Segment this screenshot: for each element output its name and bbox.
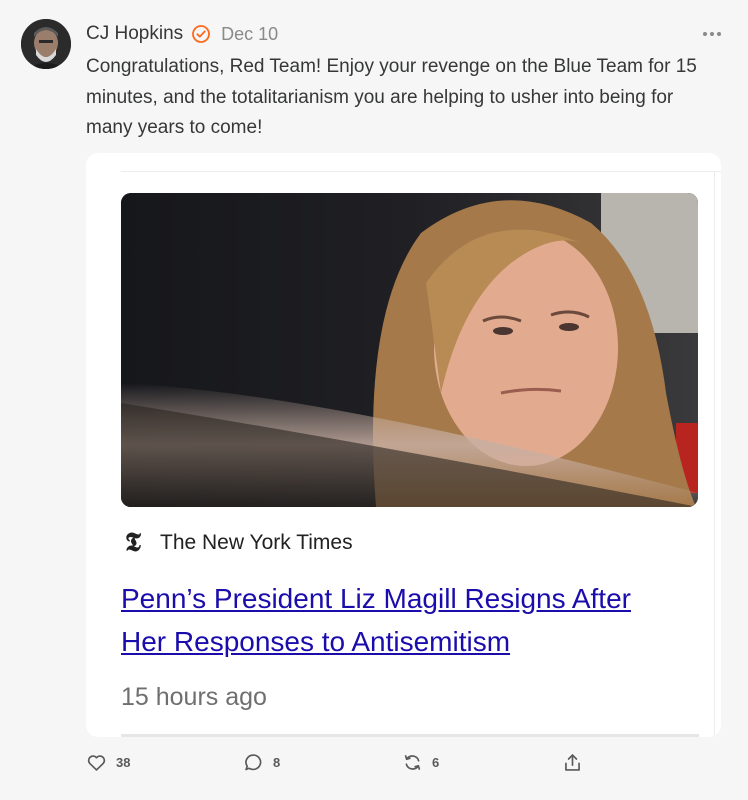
author-name[interactable]: CJ Hopkins — [86, 23, 183, 45]
share-button[interactable] — [562, 752, 583, 773]
source-name: The New York Times — [160, 531, 353, 554]
article-source: 𝕿 The New York Times — [121, 528, 353, 558]
post-text: Congratulations, Red Team! Enjoy your re… — [86, 56, 697, 138]
divider — [714, 171, 715, 737]
article-headline-link[interactable]: Penn’s President Liz Magill Resigns Afte… — [121, 577, 681, 663]
comment-button[interactable]: 8 — [243, 752, 280, 773]
verified-check-icon — [191, 24, 211, 44]
nyt-logo-icon: 𝕿 — [125, 528, 141, 558]
post-date[interactable]: Dec 10 — [221, 24, 278, 45]
divider — [121, 171, 721, 172]
divider — [121, 734, 699, 737]
restack-count: 6 — [432, 755, 440, 770]
like-count: 38 — [116, 755, 131, 770]
more-dots-icon[interactable] — [702, 24, 722, 44]
post-header: CJ Hopkins Dec 10 — [86, 22, 278, 46]
article-image[interactable] — [121, 193, 698, 507]
restack-button[interactable]: 6 — [402, 752, 439, 773]
avatar[interactable] — [21, 19, 71, 69]
article-timestamp: 15 hours ago — [121, 683, 267, 711]
heart-icon — [86, 752, 107, 773]
like-button[interactable]: 38 — [86, 752, 130, 773]
comment-bubble-icon — [243, 752, 264, 773]
share-icon — [562, 752, 583, 773]
post-actions: 38 8 6 — [86, 752, 586, 776]
restack-icon — [402, 752, 423, 773]
embedded-link-card[interactable]: 𝕿 The New York Times Penn’s President Li… — [86, 153, 721, 737]
comment-count: 8 — [273, 755, 281, 770]
